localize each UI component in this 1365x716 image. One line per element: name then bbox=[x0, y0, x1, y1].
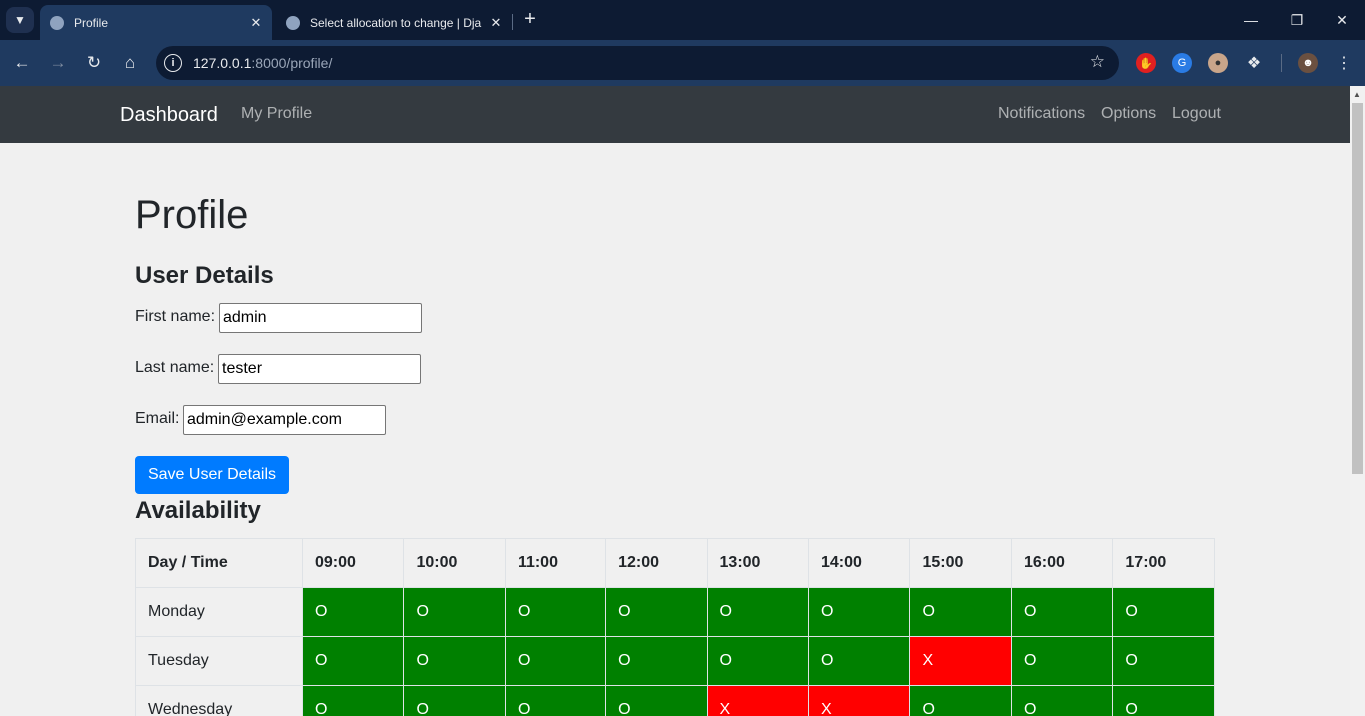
site-navbar: Dashboard My Profile Notifications Optio… bbox=[0, 86, 1350, 143]
slot-available-cell[interactable]: O bbox=[403, 587, 506, 637]
first-name-field[interactable] bbox=[219, 303, 422, 333]
day-cell: Wednesday bbox=[135, 685, 303, 716]
slot-available-cell[interactable]: O bbox=[1010, 685, 1114, 716]
slot-available-cell[interactable]: O bbox=[605, 685, 708, 716]
avatar[interactable]: ☻ bbox=[1298, 53, 1318, 73]
nav-options[interactable]: Options bbox=[1101, 105, 1156, 123]
slot-available-cell[interactable]: O bbox=[1112, 587, 1215, 637]
site-info-icon[interactable]: i bbox=[164, 54, 182, 72]
bookmark-star-icon[interactable]: ☆ bbox=[1090, 52, 1105, 72]
nav-my-profile[interactable]: My Profile bbox=[241, 105, 312, 123]
column-header-time: 09:00 bbox=[301, 538, 405, 588]
translate-extension-icon[interactable]: G bbox=[1172, 53, 1192, 73]
new-tab-icon[interactable]: + bbox=[519, 8, 541, 30]
day-cell: Tuesday bbox=[135, 636, 303, 686]
column-header-time: 11:00 bbox=[504, 538, 607, 588]
tab-title: Profile bbox=[74, 15, 109, 30]
close-tab-icon[interactable]: ✕ bbox=[486, 15, 506, 31]
column-header-time: 14:00 bbox=[807, 538, 911, 588]
slot-available-cell[interactable]: O bbox=[1112, 636, 1215, 686]
slot-available-cell[interactable]: O bbox=[909, 587, 1012, 637]
table-row: Tuesday O O O O O O X O O bbox=[135, 636, 1215, 686]
browser-toolbar: ← → ↻ ⌂ i 127.0.0.1:8000/profile/ ☆ ✋ G … bbox=[0, 40, 1365, 86]
home-icon[interactable]: ⌂ bbox=[118, 51, 142, 75]
slot-available-cell[interactable]: O bbox=[605, 636, 708, 686]
availability-heading: Availability bbox=[135, 497, 261, 524]
scroll-thumb[interactable] bbox=[1352, 103, 1363, 474]
email-field[interactable] bbox=[183, 405, 386, 435]
globe-icon bbox=[286, 15, 300, 30]
extensions-puzzle-icon[interactable]: ❖ bbox=[1244, 53, 1264, 73]
page-scrollbar[interactable]: ▲ bbox=[1350, 86, 1365, 716]
slot-unavailable-cell[interactable]: X bbox=[807, 685, 911, 716]
slot-available-cell[interactable]: O bbox=[301, 587, 405, 637]
tab-profile[interactable]: Profile ✕ bbox=[40, 5, 272, 40]
save-user-details-button[interactable]: Save User Details bbox=[135, 456, 289, 494]
brand-link[interactable]: Dashboard bbox=[120, 104, 218, 127]
forward-icon[interactable]: → bbox=[46, 51, 70, 75]
restore-icon[interactable]: ❐ bbox=[1274, 0, 1320, 40]
url-text[interactable]: 127.0.0.1:8000/profile/ bbox=[193, 55, 332, 71]
back-icon[interactable]: ← bbox=[10, 51, 34, 75]
minimize-icon[interactable]: — bbox=[1228, 0, 1274, 40]
adblock-extension-icon[interactable]: ✋ bbox=[1136, 53, 1156, 73]
tab-allocation[interactable]: Select allocation to change | Dja ✕ bbox=[276, 5, 512, 40]
globe-icon bbox=[50, 15, 64, 30]
close-window-icon[interactable]: ✕ bbox=[1319, 0, 1365, 40]
column-header-time: 12:00 bbox=[605, 538, 708, 588]
scroll-up-arrow-icon[interactable]: ▲ bbox=[1353, 90, 1361, 99]
slot-available-cell[interactable]: O bbox=[706, 636, 810, 686]
column-header-time: 17:00 bbox=[1112, 538, 1215, 588]
tab-search-icon[interactable]: ▼ bbox=[6, 7, 34, 33]
close-tab-icon[interactable]: ✕ bbox=[246, 15, 266, 31]
last-name-field[interactable] bbox=[218, 354, 421, 384]
toolbar-divider bbox=[1281, 54, 1282, 72]
slot-available-cell[interactable]: O bbox=[504, 636, 607, 686]
availability-table: Day / Time 09:00 10:00 11:00 12:00 13:00 14:0… bbox=[135, 538, 1215, 716]
url-host: 127.0.0.1 bbox=[193, 55, 252, 71]
slot-available-cell[interactable]: O bbox=[301, 685, 405, 716]
address-bar[interactable]: i 127.0.0.1:8000/profile/ ☆ bbox=[156, 46, 1119, 80]
slot-available-cell[interactable]: O bbox=[706, 587, 810, 637]
first-name-label: First name: bbox=[135, 308, 216, 325]
url-path: :8000/profile/ bbox=[251, 55, 333, 71]
slot-available-cell[interactable]: O bbox=[1010, 587, 1114, 637]
availability-table-body: Monday O O O O O O O O O Tuesday O O O O O O X O O Wednesday… bbox=[135, 587, 1215, 716]
slot-available-cell[interactable]: O bbox=[301, 636, 405, 686]
column-header-time: 16:00 bbox=[1010, 538, 1114, 588]
slot-available-cell[interactable]: O bbox=[807, 587, 911, 637]
user-details-heading: User Details bbox=[135, 262, 274, 289]
slot-available-cell[interactable]: O bbox=[403, 685, 506, 716]
column-header-time: 15:00 bbox=[909, 538, 1012, 588]
tab-divider bbox=[512, 14, 513, 30]
day-cell: Monday bbox=[135, 587, 303, 637]
slot-available-cell[interactable]: O bbox=[909, 685, 1012, 716]
nav-logout[interactable]: Logout bbox=[1172, 105, 1221, 123]
browser-menu-icon[interactable]: ⋮ bbox=[1334, 53, 1354, 73]
last-name-label: Last name: bbox=[135, 359, 215, 376]
browser-tab-strip: ▼ Profile ✕ Select allocation to change … bbox=[0, 0, 1365, 40]
reload-icon[interactable]: ↻ bbox=[82, 51, 106, 75]
slot-available-cell[interactable]: O bbox=[1112, 685, 1215, 716]
column-header-time: 13:00 bbox=[706, 538, 810, 588]
slot-available-cell[interactable]: O bbox=[807, 636, 911, 686]
table-header-row: Day / Time 09:00 10:00 11:00 12:00 13:00 14:0… bbox=[135, 538, 1215, 588]
tab-title: Select allocation to change | Dja bbox=[310, 15, 482, 30]
table-row: Wednesday O O O O X X O O O bbox=[135, 685, 1215, 716]
slot-unavailable-cell[interactable]: X bbox=[909, 636, 1012, 686]
slot-available-cell[interactable]: O bbox=[403, 636, 506, 686]
column-header-time: 10:00 bbox=[403, 538, 506, 588]
table-row: Monday O O O O O O O O O bbox=[135, 587, 1215, 637]
page-title: Profile bbox=[135, 193, 249, 237]
profile-extension-icon[interactable]: ● bbox=[1208, 53, 1228, 73]
slot-unavailable-cell[interactable]: X bbox=[706, 685, 810, 716]
nav-notifications[interactable]: Notifications bbox=[998, 105, 1085, 123]
slot-available-cell[interactable]: O bbox=[1010, 636, 1114, 686]
column-header-day-time: Day / Time bbox=[135, 538, 303, 588]
slot-available-cell[interactable]: O bbox=[605, 587, 708, 637]
slot-available-cell[interactable]: O bbox=[504, 685, 607, 716]
slot-available-cell[interactable]: O bbox=[504, 587, 607, 637]
email-label: Email: bbox=[135, 410, 180, 427]
